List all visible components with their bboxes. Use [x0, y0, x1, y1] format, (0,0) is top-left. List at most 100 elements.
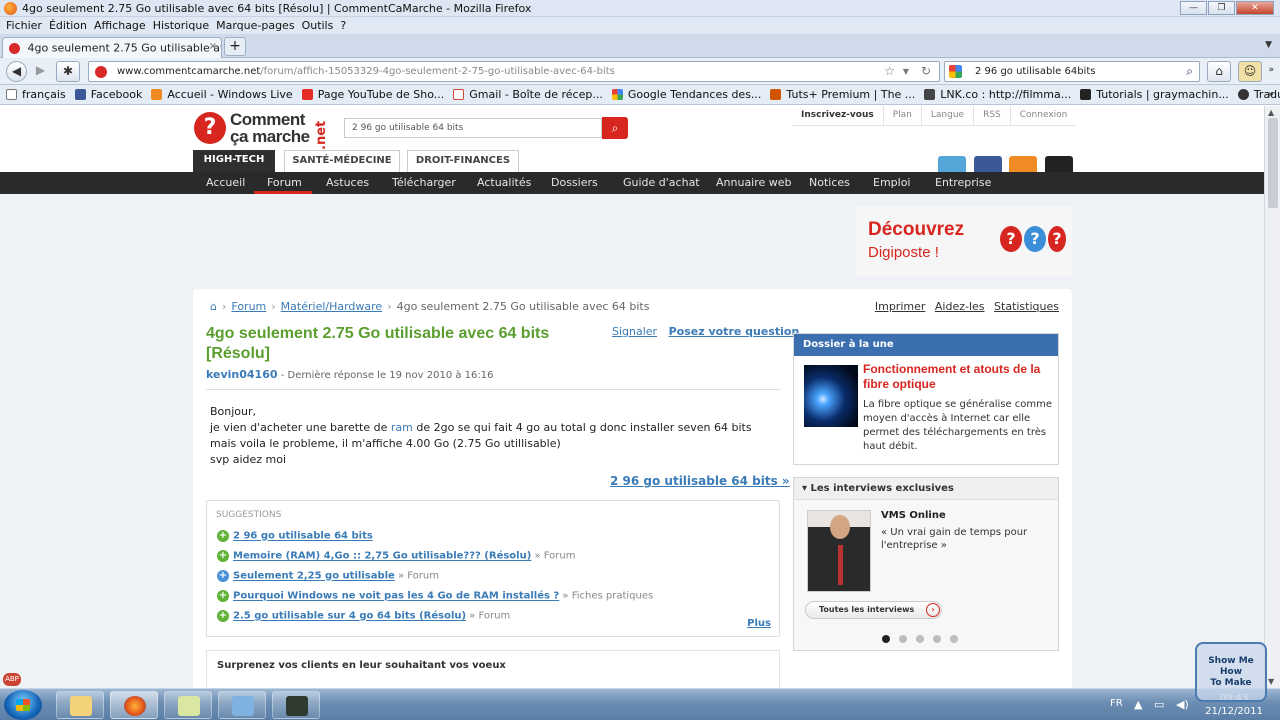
new-tab-button[interactable]: + — [224, 37, 246, 56]
bookmarks-overflow-icon[interactable]: » — [1268, 89, 1274, 100]
ad-banner[interactable]: Découvrez Digiposte ! ? ? ? — [856, 206, 1072, 276]
nav-emploi[interactable]: Emploi — [873, 176, 911, 189]
page-scrollbar[interactable]: ▲ ▼ — [1264, 106, 1280, 688]
nav-telecharger[interactable]: Télécharger — [392, 176, 456, 189]
suggestion-item[interactable]: +2.5 go utilisable sur 4 go 64 bits (Rés… — [217, 610, 510, 622]
report-link[interactable]: Signaler — [612, 325, 657, 338]
menu-outils[interactable]: Outils — [300, 17, 339, 34]
suggestion-item[interactable]: + Memoire (RAM) 4,Go :: 2,75 Go utilisabl… — [217, 550, 575, 562]
bookmark-item[interactable]: français — [6, 88, 66, 101]
site-search-button[interactable]: ⌕ — [602, 117, 628, 139]
interviewee-name[interactable]: VMS Online — [881, 510, 946, 521]
back-button[interactable]: ◀ — [6, 61, 27, 82]
section-tab-high-tech[interactable]: HIGH-TECH — [193, 150, 275, 172]
breadcrumb-hardware[interactable]: Matériel/Hardware — [281, 300, 383, 313]
carousel-dot[interactable] — [882, 635, 890, 643]
search-input[interactable]: 2 96 go utilisable 64bits — [975, 66, 1095, 77]
nav-notices[interactable]: Notices — [809, 176, 850, 189]
google-engine-icon[interactable] — [949, 65, 962, 78]
reload-icon[interactable]: ↻ — [921, 64, 931, 78]
help-link[interactable]: Aidez-les — [935, 300, 985, 313]
scroll-down-icon[interactable]: ▼ — [1268, 677, 1274, 686]
carousel-dot[interactable] — [933, 635, 941, 643]
adblock-icon[interactable]: ABP — [3, 673, 21, 686]
nav-dossiers[interactable]: Dossiers — [551, 176, 598, 189]
section-tab-droit[interactable]: DROIT-FINANCES — [407, 150, 519, 172]
login-link[interactable]: Connexion — [1009, 106, 1077, 125]
more-suggestions-link[interactable]: Plus — [747, 618, 771, 629]
bookmark-item[interactable]: Tuts+ Premium | The ... — [770, 88, 915, 101]
print-link[interactable]: Imprimer — [875, 300, 926, 313]
tray-expand-icon[interactable]: ▲ — [1134, 698, 1142, 711]
nav-guide-achat[interactable]: Guide d'achat — [623, 176, 700, 189]
menu-aide[interactable]: ? — [338, 17, 351, 34]
suggestion-item[interactable]: + Pourquoi Windows ne voit pas les 4 Go d… — [217, 590, 653, 602]
bookmark-item[interactable]: LNK.co : http://filmma... — [924, 88, 1071, 101]
collapse-arrow-icon[interactable]: ▾ — [802, 483, 807, 494]
maximize-button[interactable]: ❐ — [1208, 1, 1235, 15]
home-icon[interactable]: ⌂ — [1207, 61, 1231, 82]
bookmark-item[interactable]: Google Tendances des... — [611, 88, 761, 101]
close-button[interactable]: ✕ — [1236, 1, 1274, 15]
taskbar-firefox[interactable] — [110, 691, 158, 719]
history-dropdown-icon[interactable]: ▼ — [903, 67, 909, 76]
scrollbar-thumb[interactable] — [1268, 118, 1278, 208]
search-icon[interactable]: ⌕ — [1186, 64, 1193, 79]
home-icon[interactable]: ⌂ — [210, 300, 217, 313]
breadcrumb-forum[interactable]: Forum — [231, 300, 266, 313]
menu-edition[interactable]: Édition — [47, 17, 92, 34]
promo-box[interactable]: Surprenez vos clients en leur souhaitant… — [206, 650, 780, 688]
nav-forum[interactable]: Forum — [267, 176, 302, 189]
forward-button[interactable]: ▶ — [30, 61, 51, 82]
taskbar-control-panel[interactable] — [218, 691, 266, 719]
rss-link[interactable]: RSS — [973, 106, 1010, 125]
carousel-dot[interactable] — [950, 635, 958, 643]
scroll-up-icon[interactable]: ▲ — [1268, 108, 1274, 117]
url-bar[interactable]: www.commentcamarche.net/forum/affich-150… — [88, 61, 940, 82]
volume-icon[interactable]: ◀) — [1176, 698, 1189, 711]
menu-affichage[interactable]: Affichage — [92, 17, 151, 34]
bookmark-item[interactable]: Facebook — [74, 88, 142, 101]
bookmark-item[interactable]: Page YouTube de Sho... — [301, 88, 444, 101]
bookmark-item[interactable]: Tutorials | graymachin... — [1080, 88, 1229, 101]
bookmark-star-icon[interactable]: ☆ — [884, 64, 895, 78]
site-identity-icon[interactable] — [95, 66, 107, 78]
dossier-title[interactable]: Fonctionnement et atouts de la fibre opt… — [863, 362, 1053, 392]
network-icon[interactable]: ▭ — [1154, 698, 1164, 711]
url-text[interactable]: www.commentcamarche.net/forum/affich-150… — [117, 66, 615, 77]
ask-question-link[interactable]: Posez votre question — [669, 325, 800, 338]
addon-icon[interactable]: ✱ — [56, 61, 80, 82]
tab-active[interactable]: 4go seulement 2.75 Go utilisable avec 64… — [2, 37, 222, 58]
site-search-input[interactable]: 2 96 go utilisable 64 bits — [344, 118, 602, 138]
carousel-dot[interactable] — [899, 635, 907, 643]
toolbar-overflow-icon[interactable]: » — [1268, 65, 1274, 75]
section-tab-sante[interactable]: SANTÉ-MÉDECINE — [284, 150, 400, 172]
menu-marque-pages[interactable]: Marque-pages — [214, 17, 299, 34]
stats-link[interactable]: Statistiques — [994, 300, 1059, 313]
minimize-button[interactable]: — — [1180, 1, 1207, 15]
taskbar-explorer[interactable] — [56, 691, 104, 719]
menu-historique[interactable]: Historique — [151, 17, 214, 34]
nav-annuaire[interactable]: Annuaire web — [716, 176, 792, 189]
interviewee-photo[interactable] — [807, 510, 871, 592]
fiber-optic-image[interactable] — [804, 365, 858, 427]
tab-close-icon[interactable]: × — [209, 41, 217, 52]
suggestion-item[interactable]: +2 96 go utilisable 64 bits — [217, 530, 373, 542]
nav-accueil[interactable]: Accueil — [206, 176, 245, 189]
nav-actualites[interactable]: Actualités — [477, 176, 531, 189]
extension-icon[interactable]: ☺ — [1238, 61, 1262, 82]
start-button[interactable] — [4, 690, 42, 720]
suggestion-item[interactable]: + Seulement 2,25 go utilisable » Forum — [217, 570, 439, 582]
search-bar[interactable]: 2 96 go utilisable 64bits ⌕ — [944, 61, 1200, 82]
language-indicator[interactable]: FR — [1110, 698, 1123, 709]
related-search-link[interactable]: 2 96 go utilisable 64 bits » — [610, 474, 790, 488]
author-link[interactable]: kevin04160 — [206, 368, 278, 381]
keyword-link[interactable]: ram — [391, 421, 413, 434]
nav-entreprise[interactable]: Entreprise — [935, 176, 991, 189]
nav-astuces[interactable]: Astuces — [326, 176, 369, 189]
taskbar-notes[interactable] — [164, 691, 212, 719]
site-logo[interactable]: ? Comment ça marche .net — [194, 110, 334, 150]
register-link[interactable]: Inscrivez-vous — [792, 106, 883, 125]
menu-fichier[interactable]: Fichier — [4, 17, 47, 34]
plan-link[interactable]: Plan — [882, 106, 921, 125]
